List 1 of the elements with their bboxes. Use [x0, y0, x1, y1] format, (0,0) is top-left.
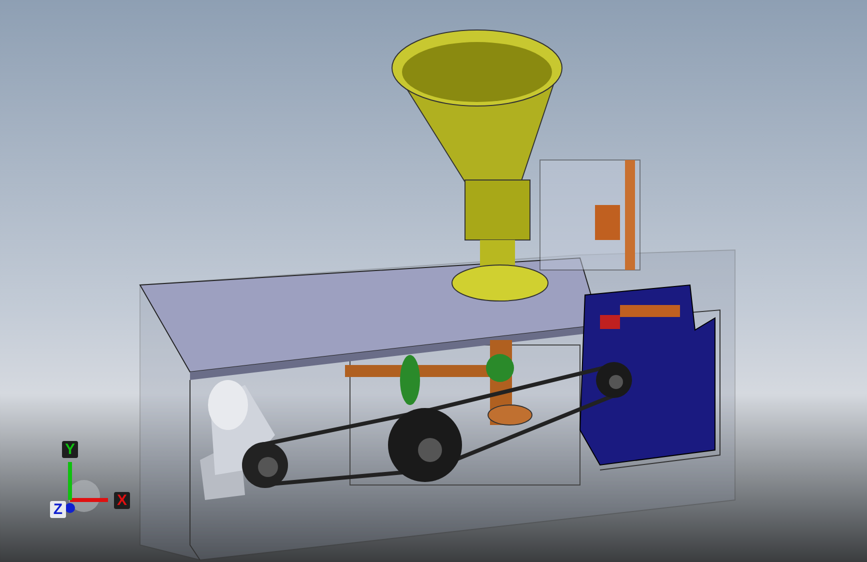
axis-triad-drawing: X Y Z	[50, 440, 130, 520]
